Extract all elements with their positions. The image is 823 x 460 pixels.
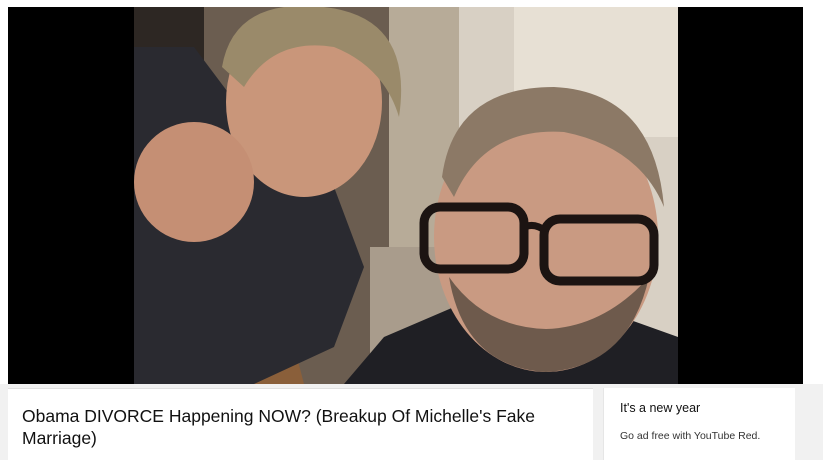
promo-subtext-link[interactable]: Go ad free with YouTube Red. [620, 429, 795, 443]
video-frame[interactable] [134, 7, 678, 384]
panel-edge [803, 384, 823, 460]
video-player[interactable] [8, 7, 803, 384]
page: Obama DIVORCE Happening NOW? (Breakup Of… [0, 0, 823, 460]
promo-headline: It's a new year [620, 401, 701, 415]
video-title-card: Obama DIVORCE Happening NOW? (Breakup Of… [8, 388, 593, 460]
youtube-red-promo[interactable]: It's a new year Go ad free with YouTube … [603, 388, 795, 460]
video-still-image [134, 7, 678, 384]
video-title: Obama DIVORCE Happening NOW? (Breakup Of… [22, 406, 535, 448]
